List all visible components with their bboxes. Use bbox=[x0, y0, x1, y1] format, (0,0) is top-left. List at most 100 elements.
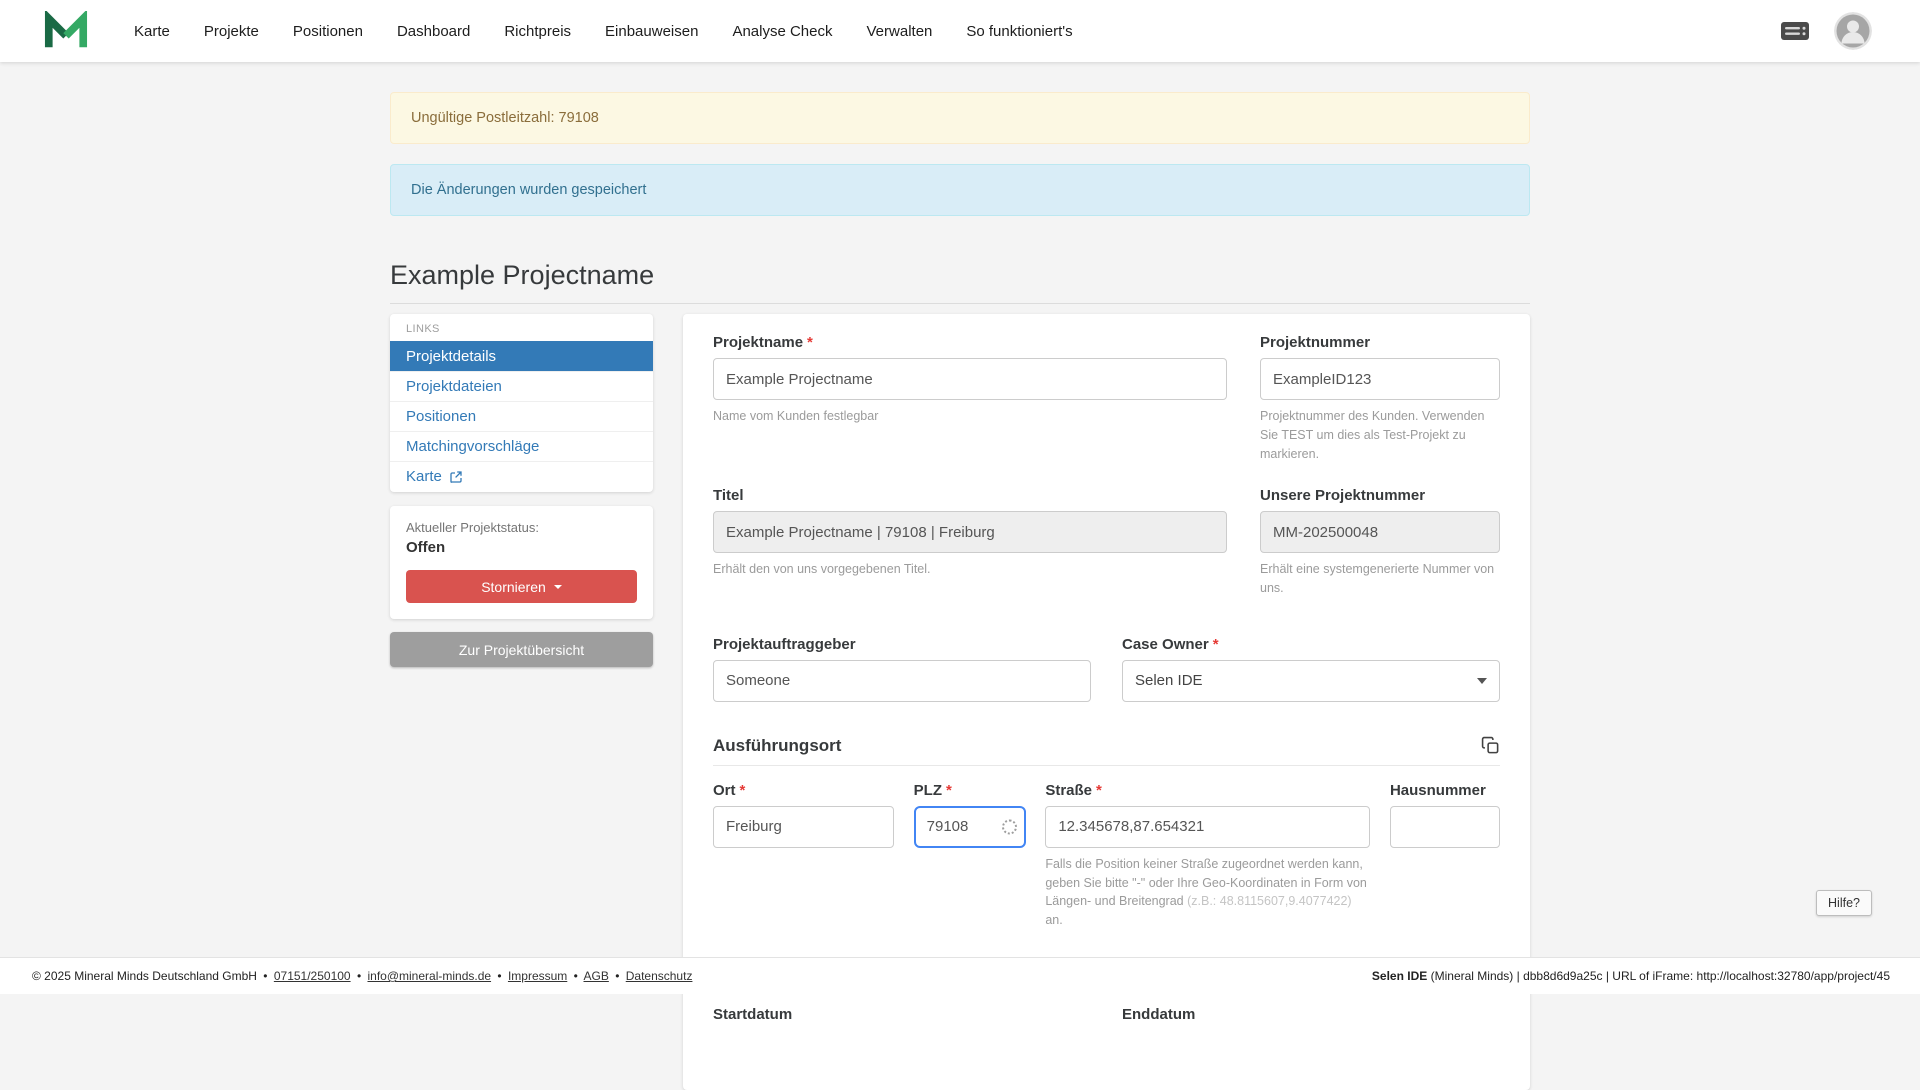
sidebar-item-karte-label: Karte bbox=[406, 468, 442, 485]
footer-separator: • bbox=[497, 969, 501, 983]
status-card: Aktueller Projektstatus: Offen Storniere… bbox=[390, 506, 653, 619]
user-avatar[interactable] bbox=[1834, 12, 1872, 50]
footer-separator: • bbox=[357, 969, 361, 983]
footer-user: Selen IDE bbox=[1372, 969, 1427, 983]
help-button[interactable]: Hilfe? bbox=[1816, 890, 1872, 916]
loading-spinner bbox=[1002, 819, 1017, 834]
nav-item-dashboard[interactable]: Dashboard bbox=[397, 23, 470, 40]
hausnummer-label: Hausnummer bbox=[1390, 782, 1500, 799]
nav-right bbox=[1780, 12, 1872, 50]
projektname-label-text: Projektname bbox=[713, 334, 803, 351]
footer-left: © 2025 Mineral Minds Deutschland GmbH • … bbox=[32, 969, 692, 983]
strasse-help-example: (z.B.: 48.8115607,9.4077422) bbox=[1187, 894, 1351, 908]
strasse-label-text: Straße bbox=[1045, 782, 1092, 799]
footer-datenschutz-link[interactable]: Datenschutz bbox=[626, 969, 693, 983]
nav-item-analyse-check[interactable]: Analyse Check bbox=[732, 23, 832, 40]
projektname-label: Projektname* bbox=[713, 334, 1227, 351]
projektname-input[interactable] bbox=[713, 358, 1227, 400]
footer-debug-info: Selen IDE (Mineral Minds) | dbb8d6d9a25c… bbox=[1372, 969, 1890, 983]
copy-location-button[interactable] bbox=[1481, 736, 1500, 755]
unsere-projektnummer-label: Unsere Projektnummer bbox=[1260, 487, 1500, 504]
projektname-help: Name vom Kunden festlegbar bbox=[713, 407, 1227, 426]
footer-phone-link[interactable]: 07151/250100 bbox=[274, 969, 351, 983]
external-link-icon bbox=[450, 471, 462, 483]
title-divider bbox=[390, 303, 1530, 304]
projektnummer-input[interactable] bbox=[1260, 358, 1500, 400]
section-ausfuehrungsort: Ausführungsort bbox=[713, 736, 1500, 766]
sidebar-item-projektdateien[interactable]: Projektdateien bbox=[390, 371, 653, 401]
warning-alert: Ungültige Postleitzahl: 79108 bbox=[390, 92, 1530, 144]
footer-separator: • bbox=[615, 969, 619, 983]
info-alert: Die Änderungen wurden gespeichert bbox=[390, 164, 1530, 216]
nav-item-einbauweisen[interactable]: Einbauweisen bbox=[605, 23, 698, 40]
projektauftraggeber-label: Projektauftraggeber bbox=[713, 636, 1091, 653]
case-owner-select[interactable]: Selen IDE bbox=[1122, 660, 1500, 702]
plz-label-text: PLZ bbox=[914, 782, 942, 799]
sidebar-item-positionen[interactable]: Positionen bbox=[390, 401, 653, 431]
sidebar: LINKS Projektdetails Projektdateien Posi… bbox=[390, 314, 653, 667]
unsere-projektnummer-help: Erhält eine systemgenerierte Nummer von … bbox=[1260, 560, 1500, 598]
footer-separator: • bbox=[263, 969, 267, 983]
copy-icon bbox=[1481, 736, 1500, 755]
footer-separator: • bbox=[574, 969, 578, 983]
unsere-projektnummer-input bbox=[1260, 511, 1500, 553]
nav-item-karte[interactable]: Karte bbox=[134, 23, 170, 40]
required-asterisk: * bbox=[1096, 782, 1102, 799]
server-icon[interactable] bbox=[1780, 20, 1810, 42]
cancel-project-button-label: Stornieren bbox=[481, 579, 546, 595]
cancel-project-button[interactable]: Stornieren bbox=[406, 570, 637, 603]
user-avatar-icon bbox=[1834, 12, 1872, 50]
footer-debug-rest: (Mineral Minds) | dbb8d6d9a25c | URL of … bbox=[1427, 969, 1890, 983]
strasse-help-suffix: an. bbox=[1045, 913, 1062, 927]
titel-help: Erhält den von uns vorgegebenen Titel. bbox=[713, 560, 1227, 579]
page-title: Example Projectname bbox=[390, 260, 1530, 291]
case-owner-label-text: Case Owner bbox=[1122, 636, 1209, 653]
project-overview-button[interactable]: Zur Projektübersicht bbox=[390, 632, 653, 667]
nav-item-projekte[interactable]: Projekte bbox=[204, 23, 259, 40]
sidebar-item-karte[interactable]: Karte bbox=[390, 461, 653, 491]
case-owner-label: Case Owner* bbox=[1122, 636, 1500, 653]
nav-item-positionen[interactable]: Positionen bbox=[293, 23, 363, 40]
footer-impressum-link[interactable]: Impressum bbox=[508, 969, 567, 983]
ort-label: Ort* bbox=[713, 782, 894, 799]
footer: © 2025 Mineral Minds Deutschland GmbH • … bbox=[0, 957, 1920, 994]
startdatum-label: Startdatum bbox=[713, 1006, 1091, 1023]
required-asterisk: * bbox=[807, 334, 813, 351]
server-icon-glyph bbox=[1780, 20, 1810, 42]
required-asterisk: * bbox=[740, 782, 746, 799]
strasse-input[interactable] bbox=[1045, 806, 1370, 848]
caret-down-icon bbox=[1477, 678, 1487, 684]
caret-down-icon bbox=[554, 585, 562, 589]
sidebar-item-projektdetails[interactable]: Projektdetails bbox=[390, 341, 653, 371]
strasse-label: Straße* bbox=[1045, 782, 1370, 799]
footer-copyright: © 2025 Mineral Minds Deutschland GmbH bbox=[32, 969, 257, 983]
required-asterisk: * bbox=[1213, 636, 1219, 653]
required-asterisk: * bbox=[946, 782, 952, 799]
nav-item-verwalten[interactable]: Verwalten bbox=[867, 23, 933, 40]
titel-label: Titel bbox=[713, 487, 1227, 504]
footer-email-link[interactable]: info@mineral-minds.de bbox=[367, 969, 491, 983]
nav-item-richtpreis[interactable]: Richtpreis bbox=[504, 23, 571, 40]
hausnummer-input[interactable] bbox=[1390, 806, 1500, 848]
case-owner-selected-value: Selen IDE bbox=[1135, 672, 1203, 689]
logo-icon bbox=[44, 11, 88, 51]
main-nav: Karte Projekte Positionen Dashboard Rich… bbox=[134, 23, 1073, 40]
main-content: Ungültige Postleitzahl: 79108 Die Änderu… bbox=[0, 62, 1920, 1090]
section-ausfuehrungsort-title: Ausführungsort bbox=[713, 736, 841, 756]
ort-input[interactable] bbox=[713, 806, 894, 848]
project-status-label: Aktueller Projektstatus: bbox=[406, 520, 637, 535]
sidebar-item-matchingvorschlaege[interactable]: Matchingvorschläge bbox=[390, 431, 653, 461]
projektauftraggeber-input[interactable] bbox=[713, 660, 1091, 702]
project-status-value: Offen bbox=[406, 539, 637, 556]
links-card: LINKS Projektdetails Projektdateien Posi… bbox=[390, 314, 653, 492]
nav-item-so-funktionierts[interactable]: So funktioniert's bbox=[966, 23, 1072, 40]
titel-input bbox=[713, 511, 1227, 553]
enddatum-label: Enddatum bbox=[1122, 1006, 1500, 1023]
mineral-minds-logo[interactable] bbox=[44, 11, 88, 51]
ort-label-text: Ort bbox=[713, 782, 736, 799]
navbar: Karte Projekte Positionen Dashboard Rich… bbox=[0, 0, 1920, 62]
projektnummer-help: Projektnummer des Kunden. Verwenden Sie … bbox=[1260, 407, 1500, 463]
footer-agb-link[interactable]: AGB bbox=[584, 969, 609, 983]
plz-label: PLZ* bbox=[914, 782, 1026, 799]
strasse-help: Falls die Position keiner Straße zugeord… bbox=[1045, 855, 1370, 930]
